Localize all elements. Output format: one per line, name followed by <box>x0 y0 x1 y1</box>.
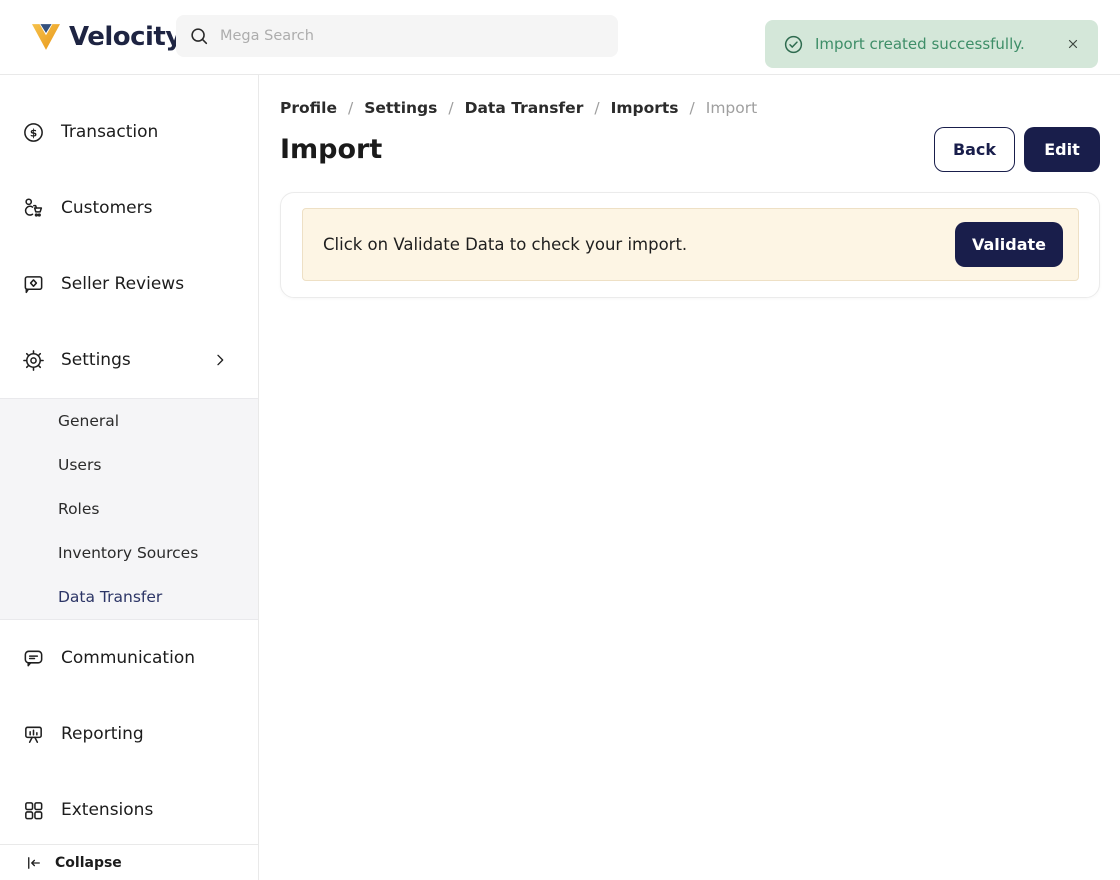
validate-button[interactable]: Validate <box>955 222 1063 267</box>
sidebar-item-communication[interactable]: Communication <box>0 620 258 696</box>
edit-button[interactable]: Edit <box>1024 127 1100 172</box>
sidebar-item-transaction[interactable]: $ Transaction <box>0 94 258 170</box>
top-header: Velocity Import created successfully. <box>0 0 1120 75</box>
review-bubble-icon <box>22 273 45 296</box>
breadcrumb-profile[interactable]: Profile <box>280 99 337 117</box>
back-button[interactable]: Back <box>934 127 1015 172</box>
breadcrumb-separator: / <box>448 99 453 117</box>
search-icon <box>188 25 210 47</box>
collapse-button[interactable]: Collapse <box>0 844 258 880</box>
sidebar-item-label: Seller Reviews <box>61 274 184 294</box>
validate-notice-text: Click on Validate Data to check your imp… <box>323 235 687 254</box>
toast-message: Import created successfully. <box>815 35 1025 53</box>
submenu-item-general[interactable]: General <box>0 399 258 443</box>
sidebar-item-label: Settings <box>61 350 131 370</box>
sidebar-item-reporting[interactable]: Reporting <box>0 696 258 772</box>
submenu-item-inventory-sources[interactable]: Inventory Sources <box>0 531 258 575</box>
sidebar-item-extensions[interactable]: Extensions <box>0 772 258 848</box>
check-circle-icon <box>783 34 804 55</box>
sidebar-item-customers[interactable]: Customers <box>0 170 258 246</box>
svg-text:$: $ <box>30 127 37 139</box>
breadcrumb-separator: / <box>690 99 695 117</box>
breadcrumb-separator: / <box>348 99 353 117</box>
submenu-item-roles[interactable]: Roles <box>0 487 258 531</box>
presentation-board-icon <box>22 723 45 746</box>
settings-submenu: General Users Roles Inventory Sources Da… <box>0 398 258 620</box>
collapse-arrow-icon <box>25 854 43 872</box>
page-title: Import <box>280 134 382 165</box>
collapse-label: Collapse <box>55 855 122 871</box>
main-content: Profile / Settings / Data Transfer / Imp… <box>259 75 1120 880</box>
breadcrumb-import-current: Import <box>706 99 757 117</box>
breadcrumb-imports[interactable]: Imports <box>611 99 679 117</box>
search-bar[interactable] <box>176 15 618 57</box>
validate-notice: Click on Validate Data to check your imp… <box>302 208 1079 281</box>
sidebar-item-settings[interactable]: Settings <box>0 322 258 398</box>
breadcrumb: Profile / Settings / Data Transfer / Imp… <box>280 99 1100 117</box>
breadcrumb-separator: / <box>594 99 599 117</box>
close-icon <box>1066 37 1080 51</box>
page-actions: Back Edit <box>934 127 1100 172</box>
success-toast: Import created successfully. <box>765 20 1098 68</box>
sidebar: $ Transaction Customers Seller Reviews <box>0 75 259 880</box>
chevron-right-icon <box>212 352 228 368</box>
sidebar-item-seller-reviews[interactable]: Seller Reviews <box>0 246 258 322</box>
submenu-item-users[interactable]: Users <box>0 443 258 487</box>
chat-bubble-icon <box>22 647 45 670</box>
title-row: Import Back Edit <box>280 127 1100 172</box>
sidebar-item-label: Reporting <box>61 724 144 744</box>
velocity-logo-icon <box>30 23 62 51</box>
toast-close-button[interactable] <box>1062 33 1084 55</box>
brand-logo[interactable]: Velocity <box>30 22 182 52</box>
import-card: Click on Validate Data to check your imp… <box>280 192 1100 298</box>
breadcrumb-data-transfer[interactable]: Data Transfer <box>465 99 584 117</box>
sidebar-item-label: Transaction <box>61 122 158 142</box>
brand-name: Velocity <box>69 22 182 52</box>
customer-cart-icon <box>22 197 45 220</box>
gear-icon <box>22 349 45 372</box>
dollar-circle-icon: $ <box>22 121 45 144</box>
grid-squares-icon <box>22 799 45 822</box>
sidebar-item-label: Customers <box>61 198 152 218</box>
sidebar-item-label: Communication <box>61 648 195 668</box>
sidebar-item-label: Extensions <box>61 800 153 820</box>
search-input[interactable] <box>220 28 606 44</box>
breadcrumb-settings[interactable]: Settings <box>364 99 437 117</box>
submenu-item-data-transfer[interactable]: Data Transfer <box>0 575 258 619</box>
